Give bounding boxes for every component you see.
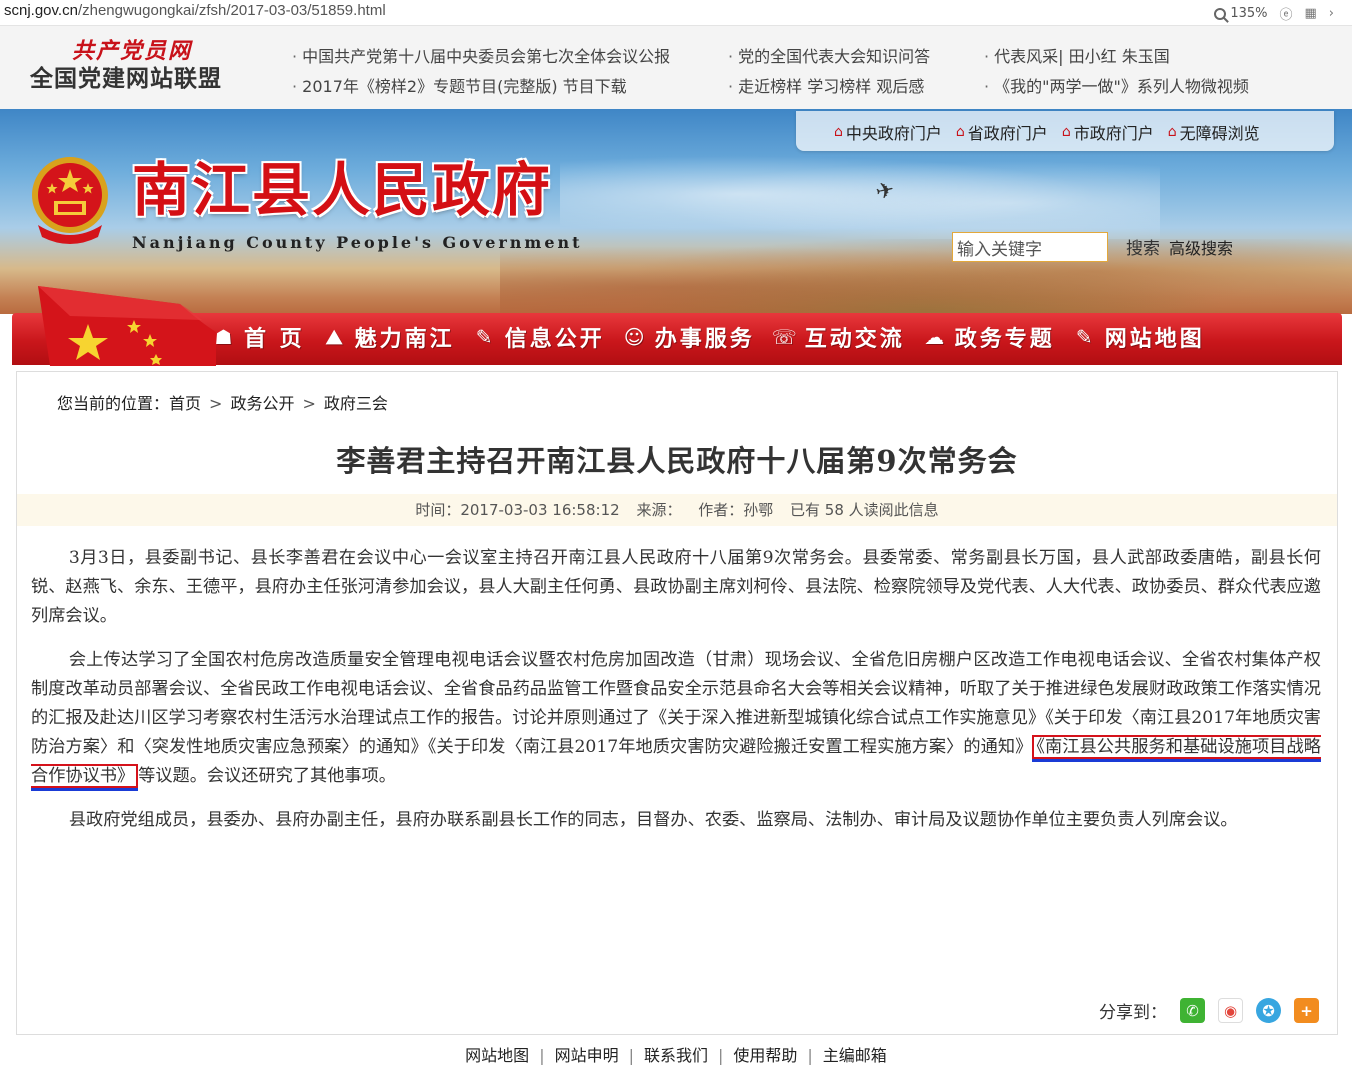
article-reads: 已有 58 人读阅此信息 — [790, 501, 939, 519]
weibo-icon[interactable]: ◉ — [1218, 998, 1243, 1023]
home-icon: ⌂ — [834, 124, 843, 140]
league-links-col1: 中国共产党第十八届中央委员会第七次全体会议公报 2017年《榜样2》专题节目(完… — [292, 42, 670, 102]
league-slogan: 共产党员网 — [72, 38, 193, 64]
qzone-icon[interactable]: ✪ — [1256, 998, 1281, 1023]
league-name: 全国党建网站联盟 — [30, 66, 222, 92]
article-paragraph: 县政府党组成员，县委办、县府办副主任，县府办联系副县长工作的同志，目督办、农委、… — [68, 810, 1238, 830]
header-banner: 南江县人民政府 Nanjiang County People's Governm… — [0, 109, 1352, 314]
league-link[interactable]: 中国共产党第十八届中央委员会第七次全体会议公报 — [292, 42, 670, 72]
league-links-col2: 党的全国代表大会知识问答 走近榜样 学习榜样 观后感 — [728, 42, 930, 102]
breadcrumb: 您当前的位置：首页 > 政务公开 > 政府三会 — [57, 390, 388, 414]
advanced-search-link[interactable]: 高级搜索 — [1169, 235, 1233, 259]
home-icon: ⌂ — [1167, 124, 1177, 140]
chevron-right-icon: > — [302, 394, 316, 413]
league-logo[interactable]: 共产党员网 全国党建网站联盟 — [30, 38, 240, 94]
article-time: 时间：2017-03-03 16:58:12 — [415, 501, 620, 519]
qr-icon[interactable]: ▦ — [1305, 6, 1317, 21]
article-paragraph: 3月3日，县委副书记、县长李善君在会议中心一会议室主持召开南江县人民政府十八届第… — [31, 548, 1321, 626]
home-icon: ⌂ — [955, 124, 965, 140]
search-button[interactable]: 搜索 — [1126, 234, 1160, 259]
zoom-control[interactable]: 135% — [1214, 6, 1267, 21]
breadcrumb-gov-affairs[interactable]: 政务公开 — [230, 394, 294, 413]
national-emblem-icon — [32, 157, 108, 244]
article-paragraph: 会上传达学习了全国农村危房改造质量安全管理电视电话会议暨农村危房加固改造（甘肃）… — [31, 650, 1321, 788]
league-link[interactable]: 《我的"两学一做"》系列人物微视频 — [984, 72, 1249, 102]
article-meta: 时间：2017-03-03 16:58:12 来源： 作者：孙鄂 已有 58 人… — [17, 494, 1337, 526]
article-author: 作者：孙鄂 — [698, 501, 774, 519]
edit-icon: ✎ — [475, 325, 496, 349]
plus-icon[interactable]: + — [1294, 998, 1319, 1023]
search-input[interactable] — [952, 232, 1108, 262]
footer-contact[interactable]: 联系我们 — [644, 1046, 708, 1065]
breadcrumb-gov-meetings[interactable]: 政府三会 — [324, 394, 388, 413]
zoom-level: 135% — [1230, 6, 1268, 21]
portal-links-box: ⌂ 中央政府门户 ⌂ 省政府门户 ⌂ 市政府门户 ⌂ 无障碍浏览 — [796, 111, 1334, 151]
footer-editor-mail[interactable]: 主编邮箱 — [823, 1046, 887, 1065]
league-link[interactable]: 党的全国代表大会知识问答 — [728, 42, 930, 72]
portal-link-central[interactable]: ⌂ 中央政府门户 — [834, 120, 942, 144]
league-links-col3: 代表风采| 田小红 朱玉国 《我的"两学一做"》系列人物微视频 — [984, 42, 1249, 102]
league-link[interactable]: 代表风采| 田小红 朱玉国 — [984, 42, 1249, 72]
league-link[interactable]: 走近榜样 学习榜样 观后感 — [728, 72, 930, 102]
article-panel: 您当前的位置：首页 > 政务公开 > 政府三会 李善君主持召开南江县人民政府十八届第9次… — [16, 371, 1338, 1035]
portal-link-accessible[interactable]: ⌂ 无障碍浏览 — [1168, 120, 1260, 144]
site-title: 南江县人民政府 — [132, 156, 553, 224]
browser-address-bar[interactable]: scnj.gov.cn/zhengwugongkai/zfsh/2017-03-… — [0, 0, 1352, 26]
league-link[interactable]: 2017年《榜样2》专题节目(完整版) 节目下载 — [292, 72, 670, 102]
map-icon: ✎ — [1075, 325, 1096, 349]
url-text[interactable]: scnj.gov.cn/zhengwugongkai/zfsh/2017-03-… — [4, 2, 386, 19]
portal-link-city[interactable]: ⌂ 市政府门户 — [1062, 120, 1154, 144]
nav-services[interactable]: ☺ 办事服务 — [623, 321, 755, 353]
footer-sitemap[interactable]: 网站地图 — [465, 1046, 529, 1065]
breadcrumb-home[interactable]: 首页 — [169, 394, 201, 413]
breadcrumb-prefix: 您当前的位置： — [57, 394, 170, 413]
nav-sitemap[interactable]: ✎ 网站地图 — [1073, 321, 1205, 353]
nav-home[interactable]: ☗ 首 页 — [212, 321, 305, 353]
red-flag-icon — [38, 286, 216, 366]
chat-icon: ☏ — [771, 325, 800, 349]
ie-icon[interactable]: ⓔ — [1279, 4, 1292, 23]
zoom-icon — [1214, 7, 1227, 20]
home-icon: ⌂ — [1061, 124, 1071, 140]
banner-clouds — [560, 149, 1160, 239]
site-subtitle: Nanjiang County People's Government — [132, 233, 583, 252]
browser-tools: 135% ⓔ ▦ › — [1214, 4, 1334, 23]
nav-info-disclosure[interactable]: ✎ 信息公开 — [473, 321, 605, 353]
nav-charm-nanjiang[interactable]: ⛰ 魅力南江 — [323, 321, 455, 353]
share-label: 分享到： — [1099, 1003, 1167, 1023]
footer-links: 网站地图 | 网站申明 | 联系我们 | 使用帮助 | 主编邮箱 — [465, 1046, 887, 1065]
party-league-bar: 共产党员网 全国党建网站联盟 中国共产党第十八届中央委员会第七次全体会议公报 2… — [0, 26, 1352, 109]
scenery-icon: ⛰ — [325, 325, 346, 349]
nav-topics[interactable]: ☁ 政务专题 — [923, 321, 1055, 353]
nav-interaction[interactable]: ☏ 互动交流 — [771, 321, 905, 353]
service-icon: ☺ — [623, 325, 648, 349]
footer-statement[interactable]: 网站申明 — [555, 1046, 619, 1065]
chevron-right-icon: > — [209, 394, 223, 413]
article-title: 李善君主持召开南江县人民政府十八届第9次常务会 — [336, 444, 1018, 478]
article-body: 3月3日，县委副书记、县长李善君在会议中心一会议室主持召开南江县人民政府十八届第… — [31, 544, 1321, 850]
wechat-icon[interactable]: ✆ — [1180, 998, 1205, 1023]
portal-link-province[interactable]: ⌂ 省政府门户 — [956, 120, 1048, 144]
article-source: 来源： — [636, 501, 682, 519]
share-bar: 分享到： ✆ ◉ ✪ + — [1099, 998, 1319, 1023]
chevron-right-icon[interactable]: › — [1329, 6, 1334, 21]
footer-help[interactable]: 使用帮助 — [733, 1046, 797, 1065]
topic-icon: ☁ — [924, 325, 948, 349]
